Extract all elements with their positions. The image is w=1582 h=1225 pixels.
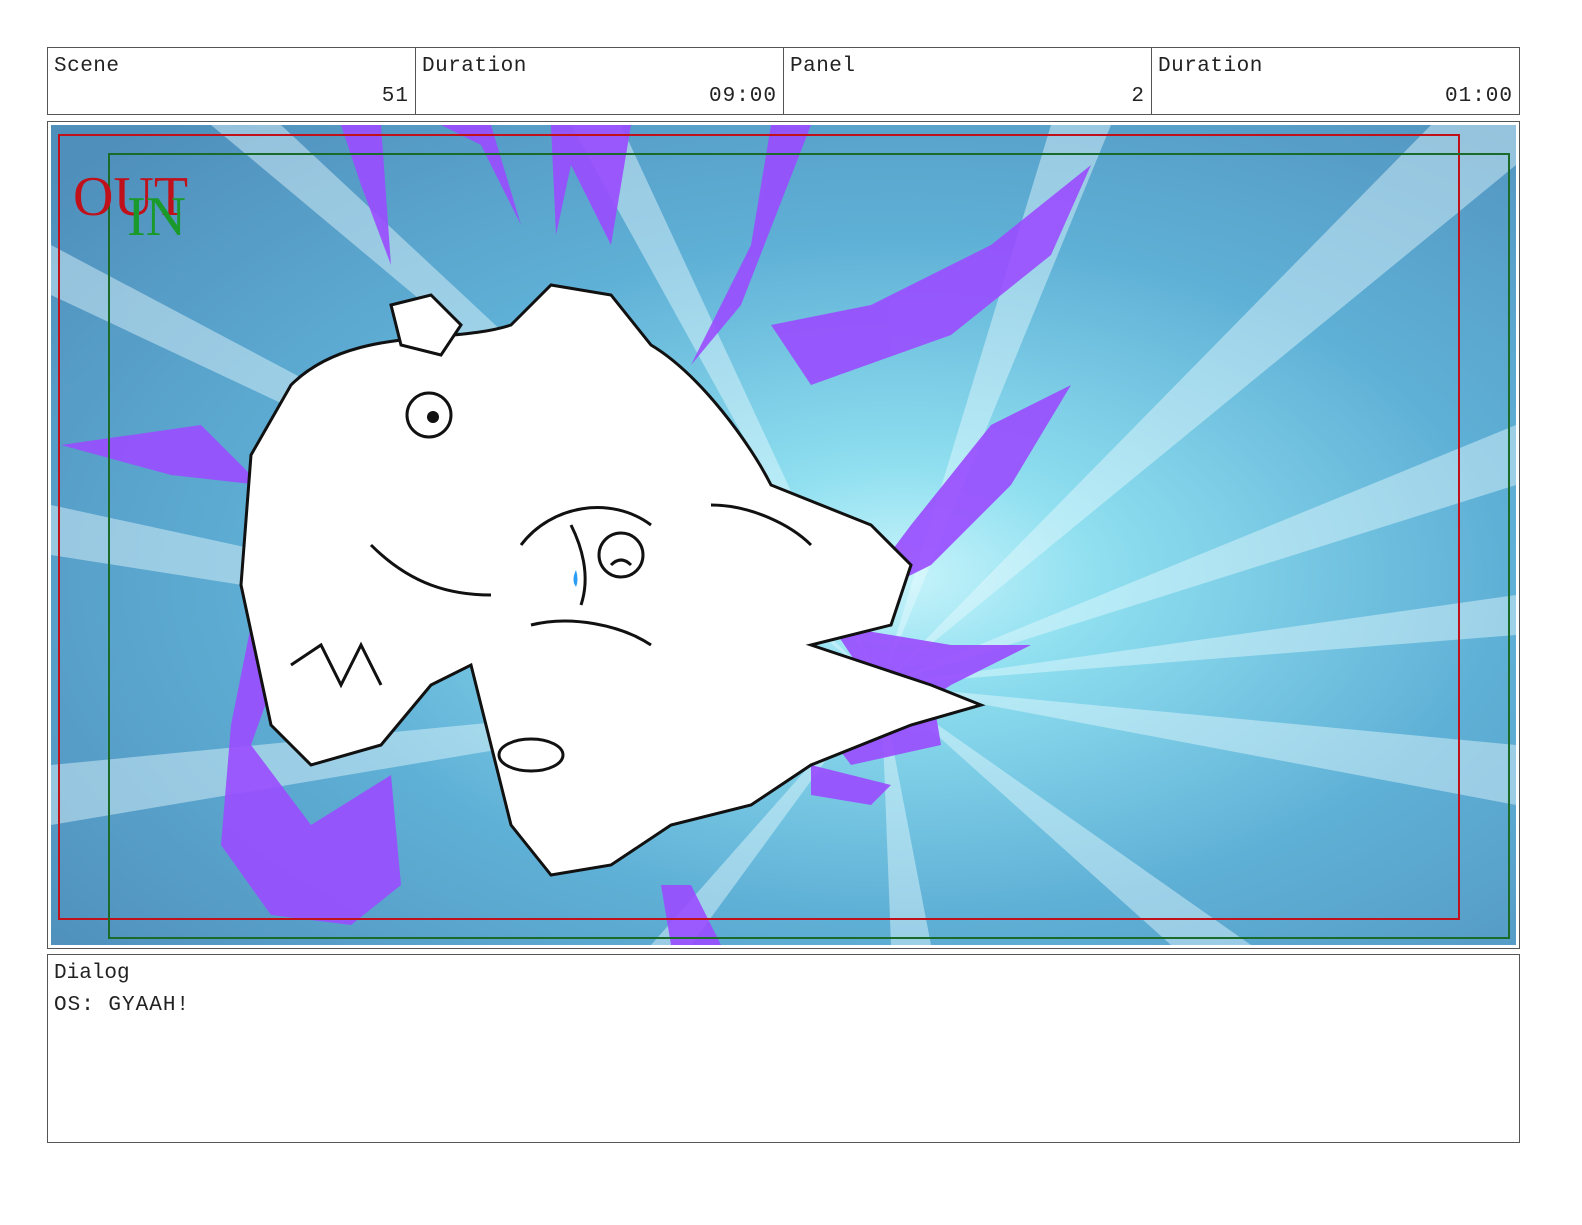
dialog-text: OS: GYAAH! (54, 994, 191, 1017)
storyboard-panel: OUT IN (47, 121, 1520, 949)
panel-label: Panel (790, 55, 856, 78)
in-label: IN (127, 186, 186, 248)
dialog-box: Dialog OS: GYAAH! (47, 954, 1520, 1143)
panel-duration-cell: Duration 01:00 (1152, 48, 1519, 114)
panel-artwork: OUT IN (51, 125, 1516, 945)
panel-cell: Panel 2 (784, 48, 1152, 114)
panel-duration-label: Duration (1158, 55, 1263, 78)
scene-duration-label: Duration (422, 55, 527, 78)
scene-duration-cell: Duration 09:00 (416, 48, 784, 114)
panel-duration-value: 01:00 (1444, 85, 1513, 108)
scene-value: 51 (381, 85, 409, 108)
panel-value: 2 (1131, 85, 1145, 108)
scene-duration-value: 09:00 (708, 85, 777, 108)
scene-cell: Scene 51 (48, 48, 416, 114)
panel-info-header: Scene 51 Duration 09:00 Panel 2 Duration… (47, 47, 1520, 115)
dialog-label: Dialog (54, 962, 130, 985)
scene-label: Scene (54, 55, 120, 78)
